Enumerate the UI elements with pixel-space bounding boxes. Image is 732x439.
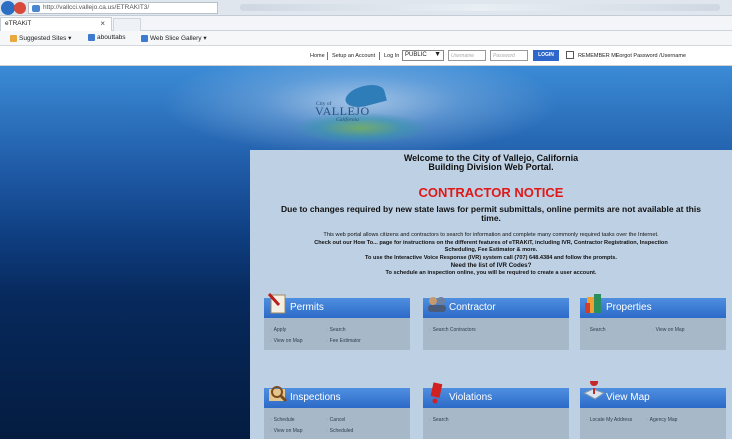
properties-title: Properties [606,302,652,313]
permits-fee-estimator-link[interactable]: Fee Estimator [326,338,361,344]
logo-california: California [336,117,359,123]
permits-apply-link[interactable]: Apply [270,327,287,333]
ivr-codes-link[interactable]: Need the list of IVR Codes? [270,262,712,270]
forgot-password-link[interactable]: Forgot Password /Username [616,53,686,59]
ie-page-icon [88,34,95,41]
welcome-line-2: Building Division Web Portal. [428,162,554,172]
inspection-magnifier-icon [269,386,288,403]
info-line: Scheduling, Fee Estimator & more. [444,247,538,254]
inspections-header[interactable]: Inspections [264,386,410,408]
page-icon [32,5,40,12]
home-link[interactable]: Home [310,53,325,59]
favorite-suggested-sites[interactable]: Suggested Sites ▾ [10,34,71,42]
favorite-label: Suggested Sites ▾ [19,35,72,42]
inspections-schedule-link[interactable]: Schedule [270,417,295,423]
properties-header[interactable]: Properties [580,294,726,318]
info-line: To schedule an inspection online, you wi… [385,269,597,276]
login-type-select[interactable]: PUBLIC ▼ [402,50,444,61]
url-field[interactable]: http://vallcci.vallejo.ca.us/ETRAKIT3/ [28,2,218,14]
login-label: Log In [384,53,400,59]
map-pin-icon [583,381,605,400]
site-topbar: Home Setup an Account Log In PUBLIC ▼ Us… [0,46,732,66]
view-map-title: View Map [606,392,650,403]
permits-search-link[interactable]: Search [326,327,346,333]
setup-account-link[interactable]: Setup an Account [332,53,375,59]
building-icon [585,294,601,313]
inspections-title: Inspections [290,392,341,403]
properties-search-link[interactable]: Search [586,327,606,333]
login-type-value: PUBLIC [405,52,427,58]
info-line: This web portal allows citizens and cont… [323,232,659,238]
address-bar-area: http://vallcci.vallejo.ca.us/ETRAKIT3/ [0,0,732,16]
inspections-scheduled-link[interactable]: Scheduled [326,428,354,434]
favorite-abouttabs[interactable]: abouttabs [88,34,126,41]
remember-me-checkbox[interactable] [566,51,574,59]
tab-strip: eTRAKiT × [0,16,732,31]
inspections-card: Inspections Schedule Cancel View on Map … [264,386,410,439]
violations-search-link[interactable]: Search [429,417,449,423]
violation-warning-icon [430,382,443,404]
contractor-header[interactable]: Contractor [423,297,569,318]
view-map-header[interactable]: View Map [580,381,726,408]
tab-close-icon[interactable]: × [100,19,105,28]
suggested-sites-icon [10,34,17,42]
contractor-card: Contractor Search Contractors [423,297,569,350]
properties-card: Properties Search View on Map [580,294,726,350]
inspections-view-on-map-link[interactable]: View on Map [270,428,303,434]
ivr-line: To use the Interactive Voice Response (I… [365,254,617,261]
toolbar-blur [240,4,720,11]
back-button[interactable] [1,1,15,15]
permits-view-on-map-link[interactable]: View on Map [270,338,303,344]
forward-button[interactable] [14,2,26,14]
permit-document-icon [267,292,286,314]
url-text: http://vallcci.vallejo.ca.us/ETRAKIT3/ [43,4,150,11]
violations-header[interactable]: Violations [423,382,569,408]
welcome-heading: Welcome to the City of Vallejo, Californ… [250,154,732,172]
new-tab-button[interactable] [113,18,141,31]
favorite-label: abouttabs [97,34,126,41]
favorite-label: Web Slice Gallery ▾ [150,35,207,42]
portal-info: This web portal allows citizens and cont… [270,232,712,278]
login-button[interactable]: LOGIN [533,50,559,61]
password-input[interactable]: Password [490,50,528,61]
divider [379,52,380,60]
ie-page-icon [141,34,148,42]
username-input[interactable]: Username [448,50,486,61]
permits-card: Permits Apply Search View on Map Fee Est… [264,292,410,350]
search-contractors-link[interactable]: Search Contractors [429,327,476,333]
favorite-web-slice[interactable]: Web Slice Gallery ▾ [141,34,207,42]
locate-my-address-link[interactable]: Locate My Address [586,417,633,423]
content-panel: Welcome to the City of Vallejo, Californ… [250,150,732,439]
tab-title: eTRAKiT [5,20,32,27]
notice-line-2: time. [481,213,501,223]
how-to-line[interactable]: Check out our How To... page for instruc… [270,240,712,248]
notice-text: Due to changes required by new state law… [270,205,712,223]
contractor-people-icon [428,297,446,312]
inspections-cancel-link[interactable]: Cancel [326,417,346,423]
contractor-title: Contractor [449,302,496,313]
chevron-down-icon: ▼ [434,51,441,58]
view-map-card: View Map Locate My Address Agency Map [580,381,726,439]
agency-map-link[interactable]: Agency Map [646,417,678,423]
contractor-notice-title: CONTRACTOR NOTICE [418,185,564,200]
violations-title: Violations [449,392,493,403]
tab-etrakit[interactable]: eTRAKiT × [0,17,112,31]
permits-title: Permits [290,302,324,313]
properties-view-on-map-link[interactable]: View on Map [652,327,685,333]
remember-me-label: REMEMBER ME [578,53,620,59]
divider [327,52,328,60]
violations-card: Violations Search [423,382,569,439]
permits-header[interactable]: Permits [264,292,410,318]
favorites-bar: Suggested Sites ▾ abouttabs Web Slice Ga… [0,31,732,46]
